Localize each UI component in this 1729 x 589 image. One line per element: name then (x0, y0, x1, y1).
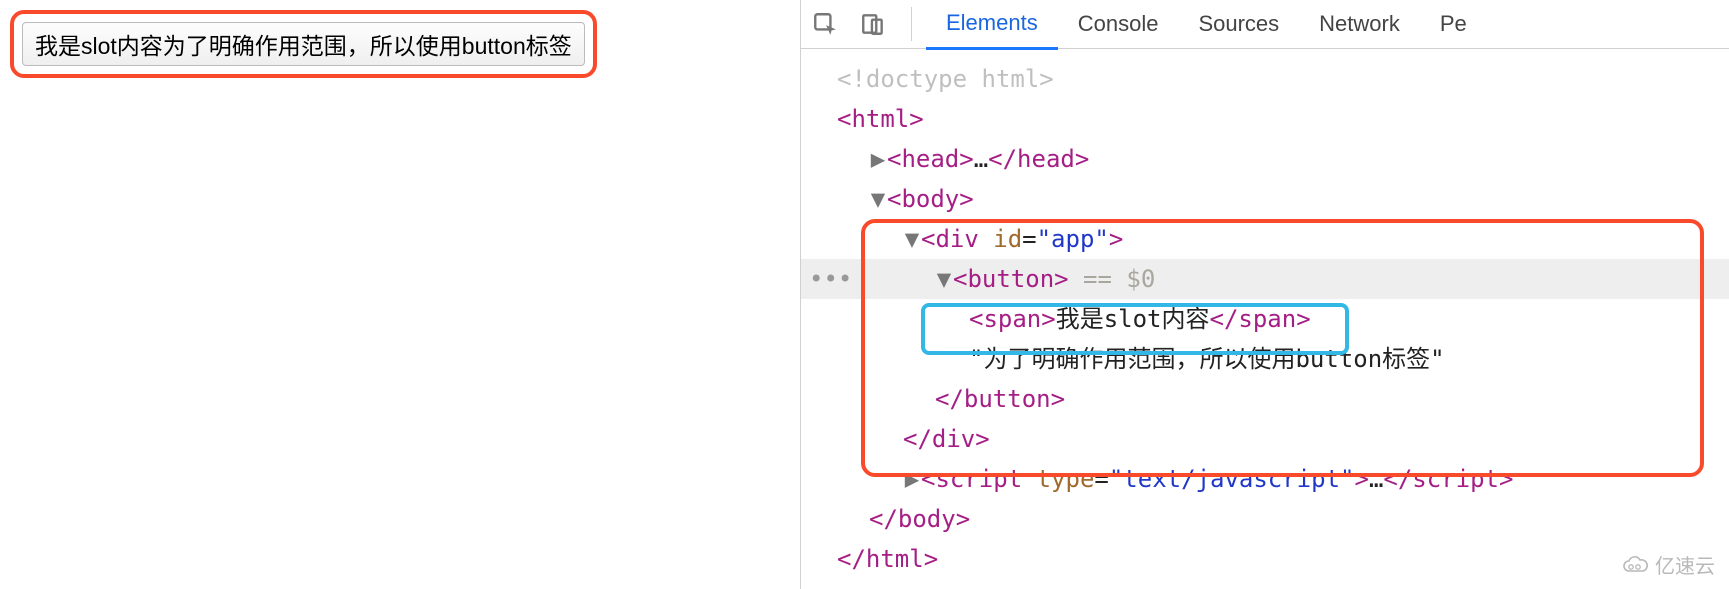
dom-text: <div (921, 225, 993, 253)
watermark-text: 亿速云 (1655, 550, 1715, 579)
dom-text-node[interactable]: "为了明确作用范围，所以使用button标签" (801, 339, 1729, 379)
collapse-arrow-icon[interactable]: ▼ (935, 259, 953, 299)
dom-text: "为了明确作用范围，所以使用button标签" (969, 345, 1445, 373)
dom-text: <head> (887, 145, 974, 173)
dom-text: </body> (869, 505, 970, 533)
collapse-arrow-icon[interactable]: ▼ (903, 219, 921, 259)
collapse-arrow-icon[interactable]: ▼ (869, 179, 887, 219)
dom-text: > (1354, 465, 1368, 493)
dom-text: <!doctype html> (837, 65, 1054, 93)
expand-arrow-icon[interactable]: ▶ (903, 459, 921, 499)
dom-row-selected[interactable]: ••• ▼<button> == $0 (801, 259, 1729, 299)
tab-overflow[interactable]: Pe (1420, 0, 1487, 48)
tab-sources[interactable]: Sources (1178, 0, 1299, 48)
dom-text: </span> (1210, 305, 1311, 333)
dom-text: </script> (1383, 465, 1513, 493)
tab-elements[interactable]: Elements (926, 0, 1058, 50)
dom-text: … (974, 145, 988, 173)
expand-arrow-icon[interactable]: ▶ (869, 139, 887, 179)
dom-script[interactable]: ▶<script type="text/javascript">…</scrip… (801, 459, 1729, 499)
cloud-icon (1621, 555, 1649, 575)
dom-tree[interactable]: <!doctype html> <html> ▶<head>…</head> ▼… (801, 49, 1729, 589)
dom-div-open[interactable]: ▼<div id="app"> (801, 219, 1729, 259)
dom-text: … (1369, 465, 1383, 493)
dom-text: </button> (935, 385, 1065, 413)
dom-button-close[interactable]: </button> (801, 379, 1729, 419)
dom-text: "app" (1037, 225, 1109, 253)
dom-text: </div> (903, 425, 990, 453)
selected-node-marker: == $0 (1069, 265, 1156, 293)
dom-html-open[interactable]: <html> (801, 99, 1729, 139)
dom-head[interactable]: ▶<head>…</head> (801, 139, 1729, 179)
dom-text: = (1022, 225, 1036, 253)
dom-body-close[interactable]: </body> (801, 499, 1729, 539)
dom-text: <html> (837, 105, 924, 133)
dom-text: </html> (837, 545, 938, 573)
watermark: 亿速云 (1621, 550, 1715, 579)
inspect-icon[interactable] (811, 10, 839, 38)
annotation-highlight-button: 我是slot内容为了明确作用范围，所以使用button标签 (10, 10, 597, 78)
dom-text: "text/javascript" (1109, 465, 1355, 493)
dom-text: id (993, 225, 1022, 253)
dom-text: 我是slot内容 (1056, 305, 1210, 333)
device-toggle-icon[interactable] (859, 10, 887, 38)
dom-text: </head> (988, 145, 1089, 173)
dom-text: <body> (887, 185, 974, 213)
dom-span[interactable]: <span>我是slot内容</span> (801, 299, 1729, 339)
dom-div-close[interactable]: </div> (801, 419, 1729, 459)
dom-text: = (1094, 465, 1108, 493)
dom-text: > (1109, 225, 1123, 253)
devtools-tabbar: Elements Console Sources Network Pe (801, 0, 1729, 49)
dom-text: <button> (953, 265, 1069, 293)
tab-console[interactable]: Console (1058, 0, 1179, 48)
slot-demo-button[interactable]: 我是slot内容为了明确作用范围，所以使用button标签 (22, 22, 585, 66)
tab-separator (911, 7, 912, 41)
page-preview: 我是slot内容为了明确作用范围，所以使用button标签 (0, 0, 800, 589)
dom-body-open[interactable]: ▼<body> (801, 179, 1729, 219)
dom-button-open[interactable]: ▼<button> == $0 (801, 259, 1729, 299)
dom-text: <span> (969, 305, 1056, 333)
tab-network[interactable]: Network (1299, 0, 1420, 48)
dom-text: type (1037, 465, 1095, 493)
devtools-panel: Elements Console Sources Network Pe <!do… (800, 0, 1729, 589)
gutter-dots-icon: ••• (809, 259, 852, 299)
dom-html-close[interactable]: </html> (801, 539, 1729, 579)
dom-text: <script (921, 465, 1037, 493)
dom-doctype[interactable]: <!doctype html> (801, 59, 1729, 99)
